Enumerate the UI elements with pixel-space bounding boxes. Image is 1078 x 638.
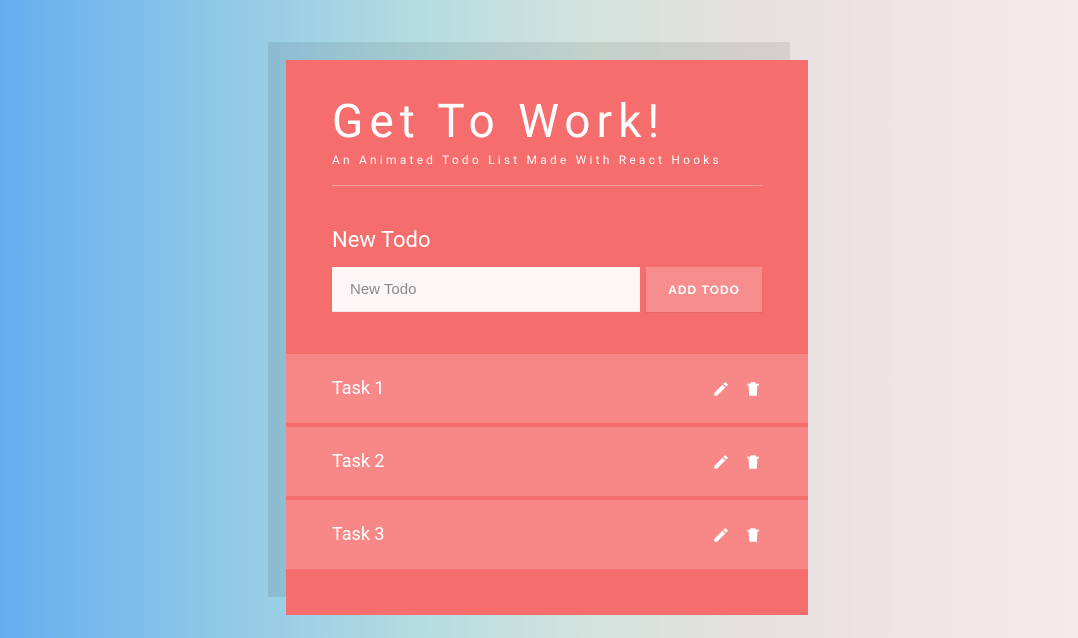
todo-text: Task 2 [332, 451, 712, 472]
todo-text: Task 3 [332, 524, 712, 545]
todo-actions [712, 526, 762, 544]
delete-icon[interactable] [744, 526, 762, 544]
todo-row: Task 3 [286, 496, 808, 569]
todo-text: Task 1 [332, 378, 712, 399]
todo-card: Get To Work! An Animated Todo List Made … [286, 60, 808, 615]
delete-icon[interactable] [744, 453, 762, 471]
edit-icon[interactable] [712, 380, 730, 398]
todo-actions [712, 380, 762, 398]
edit-icon[interactable] [712, 526, 730, 544]
card-header-section: Get To Work! An Animated Todo List Made … [286, 60, 808, 312]
todo-row: Task 1 [286, 354, 808, 423]
page-title: Get To Work! [332, 95, 762, 149]
new-todo-label: New Todo [332, 228, 762, 253]
delete-icon[interactable] [744, 380, 762, 398]
add-todo-button[interactable]: ADD TODO [646, 267, 762, 312]
todo-row: Task 2 [286, 423, 808, 496]
new-todo-input[interactable] [332, 267, 640, 312]
card-footer-bar [286, 569, 808, 615]
todo-actions [712, 453, 762, 471]
page-subtitle: An Animated Todo List Made With React Ho… [332, 153, 762, 186]
edit-icon[interactable] [712, 453, 730, 471]
new-todo-form: ADD TODO [332, 267, 762, 312]
todo-list: Task 1 Task 2 Task 3 [286, 354, 808, 569]
